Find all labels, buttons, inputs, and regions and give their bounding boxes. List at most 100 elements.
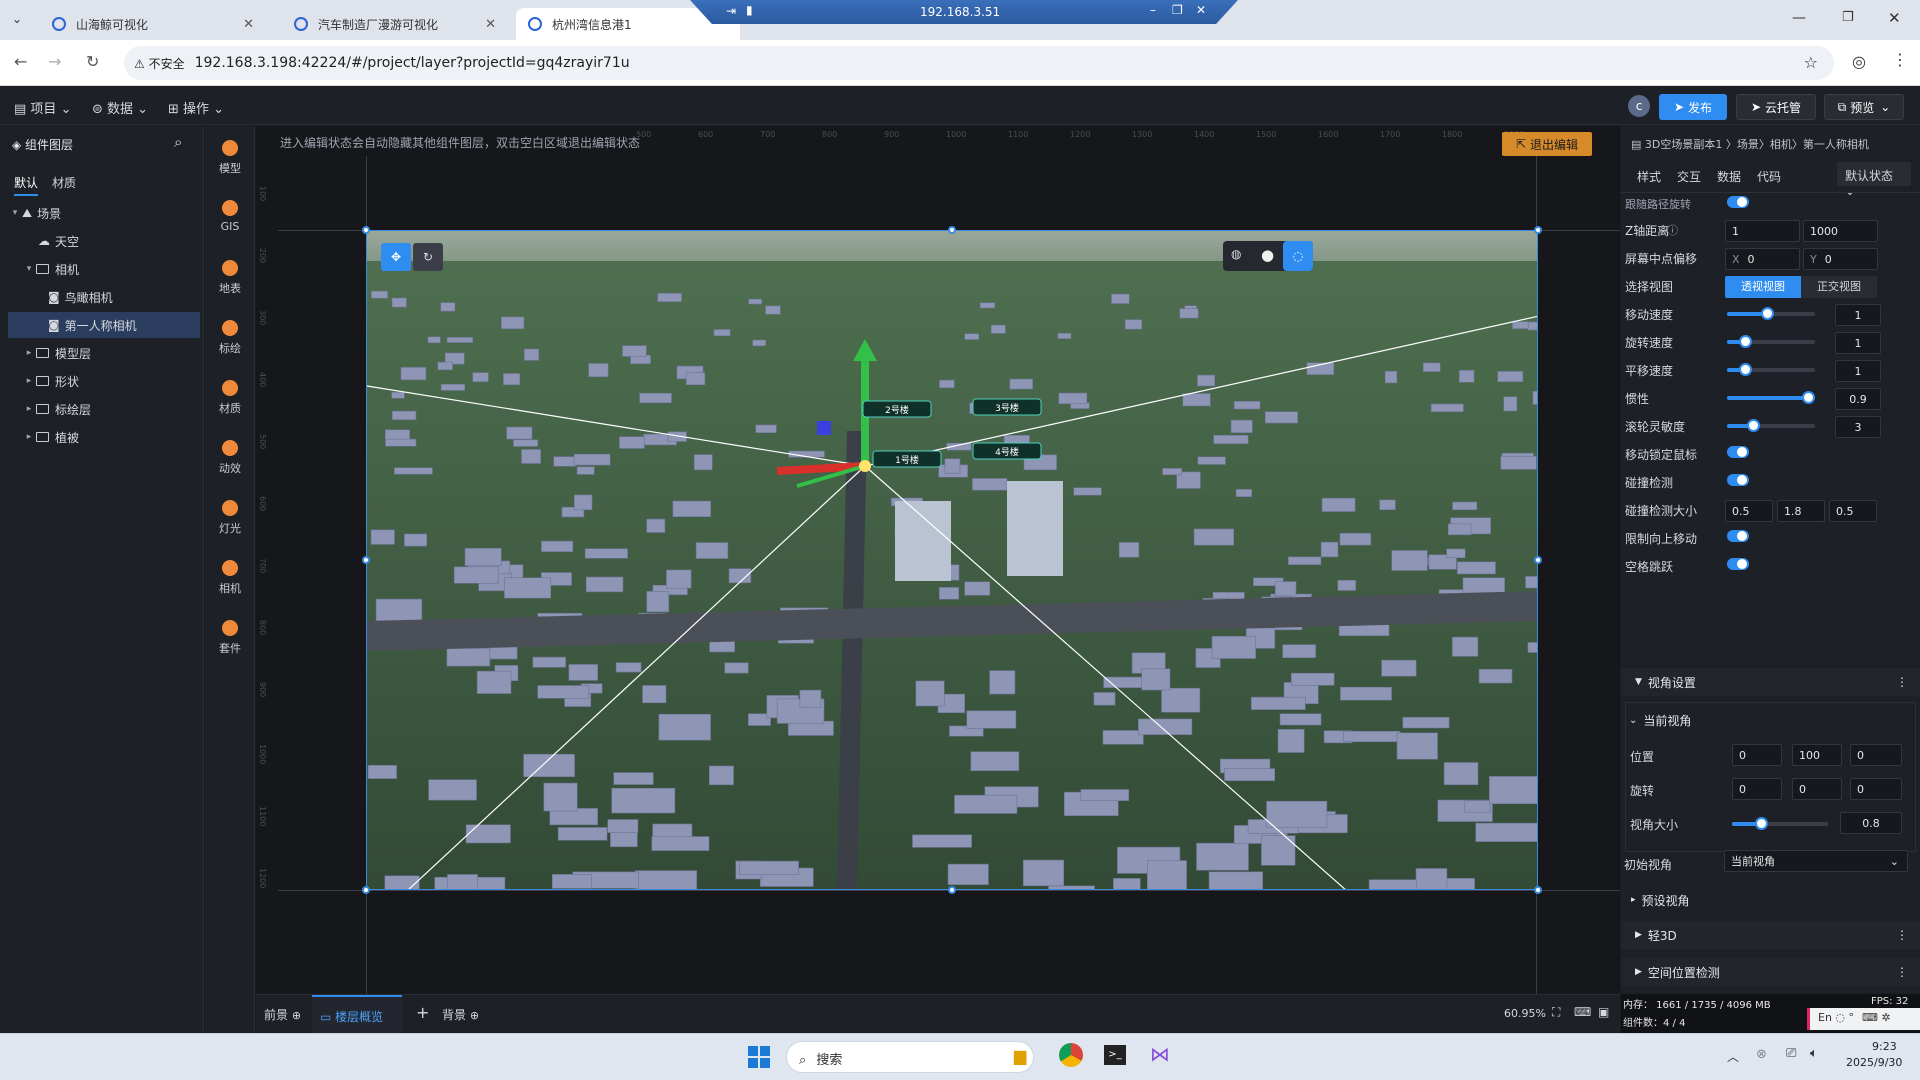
lock-mouse-toggle[interactable] (1727, 446, 1749, 458)
view-size-input[interactable]: 0.8 (1840, 812, 1902, 834)
slider-knob[interactable] (1738, 335, 1752, 348)
slider-knob[interactable] (1760, 307, 1774, 320)
zoom-level[interactable]: 60.95% (1504, 1007, 1546, 1020)
view-settings-section[interactable]: ▼ 视角设置 ⋮ (1621, 668, 1920, 696)
position-z-input[interactable]: 0 (1850, 744, 1902, 766)
tab-code[interactable]: 代码 (1757, 168, 1781, 185)
windows-start-icon[interactable] (748, 1046, 770, 1068)
preview-button[interactable]: ⧉ 预览 ⌄ (1824, 94, 1904, 120)
slider[interactable] (1727, 419, 1815, 432)
info-icon[interactable]: ⓘ (1667, 222, 1678, 238)
menu-operate[interactable]: ⊞ 操作 ⌄ (168, 98, 224, 117)
close-icon[interactable]: ✕ (485, 17, 496, 32)
tool-model[interactable]: 模型 (205, 132, 255, 182)
visual-studio-icon[interactable]: ⋈ (1150, 1042, 1170, 1066)
screen-offset-x-input[interactable]: X0 (1725, 248, 1800, 270)
tab-default[interactable]: 默认 (14, 174, 39, 196)
ime-bar[interactable]: En ◌ ° ⌨ ✲ (1807, 1008, 1920, 1030)
clock-time[interactable]: 9:23 (1872, 1040, 1897, 1053)
menu-data[interactable]: ⊜ 数据 ⌄ (92, 98, 148, 117)
slider-value-input[interactable]: 1 (1835, 332, 1881, 354)
current-view-subsection[interactable]: ⌄ 当前视角 (1621, 706, 1920, 734)
more-vert-icon[interactable]: ⋮ (1896, 928, 1908, 942)
space-position-detect-section[interactable]: ▶ 空间位置检测 ⋮ (1621, 958, 1920, 986)
volume-icon[interactable]: 🔈︎ (1810, 1046, 1818, 1061)
tree-item-model-layer[interactable]: ▸ 模型层 (8, 340, 200, 366)
publish-button[interactable]: ➤ 发布 (1659, 94, 1727, 120)
more-vert-icon[interactable]: ⋮ (1896, 965, 1908, 979)
file-explorer-icon[interactable]: ▆ (1014, 1046, 1026, 1065)
slider-value-input[interactable]: 1 (1835, 360, 1881, 382)
add-circle-icon[interactable]: ⊕ (292, 1009, 301, 1022)
tree-item-aerial-camera[interactable]: ◙ 鸟瞰相机 (8, 284, 200, 310)
perspective-view-button[interactable]: 透视视图 (1725, 276, 1801, 298)
preset-view-subsection[interactable]: ▸ 预设视角 (1621, 886, 1920, 914)
tab-material[interactable]: 材质 (52, 174, 76, 191)
keyboard-icon[interactable]: ⌨ (1574, 1005, 1591, 1019)
globe-icon[interactable]: ◍ (1231, 247, 1241, 261)
url-input[interactable]: ⚠ 不安全 192.168.3.198:42224/#/project/laye… (124, 46, 1834, 80)
minimize-icon[interactable]: – (1150, 3, 1156, 17)
close-icon[interactable]: ✕ (243, 17, 254, 32)
profile-icon[interactable]: ◎ (1852, 52, 1866, 71)
tab-floor-overview[interactable]: ▭ 楼层概览 (312, 995, 402, 1033)
tree-item-scene[interactable]: ▾ ⛰ 场景 (8, 200, 200, 226)
browser-tab-1[interactable]: 山海鲸可视化 ✕ (40, 8, 264, 40)
resize-handle[interactable] (1534, 886, 1542, 894)
tool-light[interactable]: 灯光 (205, 492, 255, 542)
tool-camera[interactable]: 相机 (205, 552, 255, 602)
add-icon[interactable]: + (416, 1003, 429, 1022)
security-indicator[interactable]: ⚠ 不安全 (134, 55, 185, 72)
position-x-input[interactable]: 0 (1732, 744, 1782, 766)
menu-project[interactable]: ▤ 项目 ⌄ (14, 98, 71, 117)
minimize-icon[interactable]: — (1792, 10, 1806, 26)
slider[interactable] (1727, 307, 1815, 320)
pin-icon[interactable]: ⇥ (726, 4, 736, 18)
back-icon[interactable]: ← (14, 52, 27, 71)
slider-value-input[interactable]: 0.9 (1835, 388, 1881, 410)
resize-handle[interactable] (362, 886, 370, 894)
tray-app-icon[interactable]: ⊗ (1756, 1047, 1767, 1062)
resize-handle[interactable] (1534, 226, 1542, 234)
restore-icon[interactable]: ❐ (1172, 3, 1183, 17)
gizmo-center[interactable] (859, 460, 871, 472)
tab-interaction[interactable]: 交互 (1677, 168, 1701, 185)
collision-detect-toggle[interactable] (1727, 474, 1749, 486)
tab-style[interactable]: 样式 (1637, 168, 1661, 185)
initial-view-select[interactable]: 当前视角 ⌄ (1724, 850, 1908, 872)
slider-knob[interactable] (1754, 817, 1768, 830)
gizmo-plane[interactable] (817, 421, 831, 435)
position-y-input[interactable]: 100 (1792, 744, 1842, 766)
clock-date[interactable]: 2025/9/30 (1846, 1056, 1902, 1069)
tool-marker[interactable]: 标绘 (205, 312, 255, 362)
restore-icon[interactable]: ❐ (1842, 10, 1854, 25)
tab-background[interactable]: 背景 ⊕ (442, 1006, 479, 1023)
rotation-y-input[interactable]: 0 (1792, 778, 1842, 800)
tool-gis[interactable]: GIS (205, 192, 255, 242)
collision-size-x-input[interactable]: 0.5 (1725, 500, 1773, 522)
exit-edit-button[interactable]: ⇱ 退出编辑 (1502, 132, 1592, 156)
rotation-z-input[interactable]: 0 (1850, 778, 1902, 800)
tool-material[interactable]: 材质 (205, 372, 255, 422)
cloud-host-button[interactable]: ➤ 云托管 (1736, 94, 1816, 120)
orbit-icon[interactable]: ◌ (1283, 241, 1313, 271)
bookmark-star-icon[interactable]: ☆ (1804, 53, 1818, 72)
move-tool-icon[interactable]: ✥ (381, 243, 411, 271)
resize-handle[interactable] (1534, 556, 1542, 564)
tree-item-shape[interactable]: ▸ 形状 (8, 368, 200, 394)
more-vert-icon[interactable]: ⋮ (1892, 50, 1908, 69)
z-distance-min-input[interactable]: 1 (1725, 220, 1800, 242)
tree-item-vegetation[interactable]: ▸ 植被 (8, 424, 200, 450)
terminal-taskbar-icon[interactable]: >_ (1104, 1045, 1126, 1065)
scene-viewport[interactable]: 2号楼 3号楼 1号楼 4号楼 ✥ ↻ ◍ ● ◌ (366, 230, 1538, 890)
tool-effect[interactable]: 动效 (205, 432, 255, 482)
forward-icon[interactable]: → (48, 52, 61, 71)
tree-item-sky[interactable]: ☁ 天空 (8, 228, 200, 254)
tab-foreground[interactable]: 前景 ⊕ (264, 1006, 301, 1023)
tree-item-first-person-camera[interactable]: ◙ 第一人称相机 (8, 312, 200, 338)
taskbar-search[interactable]: ⌕ 搜索 (786, 1041, 1034, 1073)
screen-offset-y-input[interactable]: Y0 (1803, 248, 1878, 270)
slider[interactable] (1727, 391, 1815, 404)
slider-knob[interactable] (1747, 419, 1761, 432)
state-select[interactable]: 默认状态 ⌄ (1837, 162, 1911, 198)
